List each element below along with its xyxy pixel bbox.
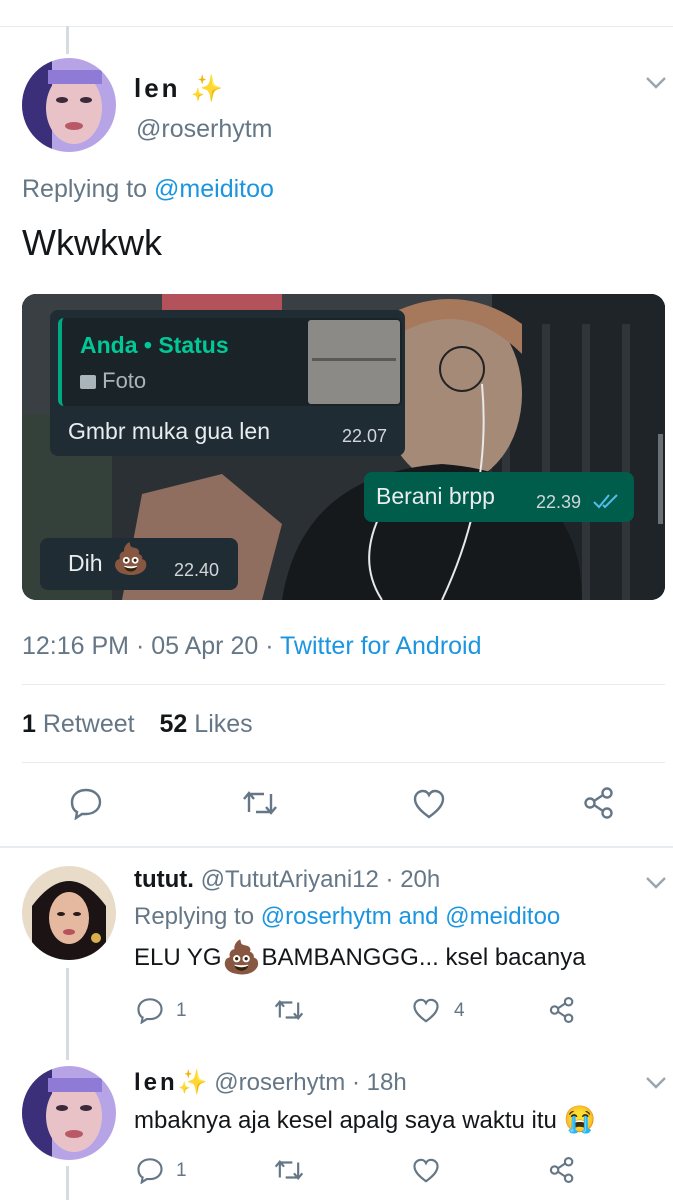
like-icon[interactable] [412,997,440,1024]
like-label: Likes [194,710,253,738]
chevron-down-icon[interactable] [645,1076,667,1090]
poop-emoji: 💩 [112,543,150,576]
quote-media-label: Foto [80,368,146,394]
like-stat[interactable]: 52 Likes [160,710,253,738]
quote-media-text: Foto [102,368,147,393]
avatar-image [22,1066,116,1160]
reply-header: tutut. @TututAriyani12 · 20h [134,866,440,894]
reply-text-part: ELU YG [134,944,222,971]
timestamp: 12:16 PM · 05 Apr 20 · [22,632,281,660]
chat-bubble-outgoing: Berani brpp 22.39 [364,472,634,522]
like-icon[interactable] [412,1157,440,1184]
quoted-status: Anda • Status Foto [58,318,402,406]
avatar-image [22,58,116,152]
sparkles-icon: ✨ [190,73,227,103]
like-count: 4 [454,1000,465,1021]
msg1-text: Gmbr muka gua len [68,418,270,444]
reply-text: ELU YG💩BAMBANGGG... ksel bacanya [134,934,586,981]
retweet-count: 1 [22,710,36,738]
chevron-down-icon[interactable] [645,876,667,890]
meta-divider [22,684,665,685]
quote-title: Anda • Status [80,332,229,358]
reply-time: · 20h [385,866,441,893]
reply-icon[interactable] [69,786,103,820]
msg2-text: Berani brpp [376,483,495,509]
chevron-down-icon[interactable] [645,76,667,90]
thread-line [66,1166,69,1200]
reply-text: mbaknya aja kesel apalg saya waktu itu 😭 [134,1104,596,1135]
like-count: 52 [159,710,188,738]
reply-time: · 18h [351,1069,407,1096]
handle[interactable]: @roserhytm [136,115,273,144]
retweet-icon[interactable] [274,1157,304,1183]
handle[interactable]: @TututAriyani12 [201,866,379,893]
avatar-image [22,866,116,960]
reply-text-part: BAMBANGGG... ksel bacanya [261,944,586,971]
replying-to-link[interactable]: @meiditoo [445,903,560,930]
replying-prefix: Replying to [22,175,148,203]
msg2-time: 22.39 [536,492,582,512]
replying-line: Replying to @roserhytm and @meiditoo [134,903,560,931]
reply-count: 1 [176,1160,187,1181]
msg1-time: 22.07 [342,426,388,446]
retweet-icon[interactable] [242,788,278,818]
avatar[interactable] [22,866,116,960]
tweet-text: Wkwkwk [22,222,162,263]
replying-and: and [398,903,439,930]
retweet-icon[interactable] [274,997,304,1023]
reply-header: len✨ @roserhytm · 18h [134,1068,407,1097]
reply-icon[interactable] [136,996,164,1024]
double-check-icon [593,494,618,509]
share-icon[interactable] [548,1156,576,1184]
avatar[interactable] [22,58,116,152]
reply-count: 1 [176,1000,187,1021]
tweet-meta: 12:16 PM · 05 Apr 20 · Twitter for Andro… [22,632,482,661]
msg3-text: Dih [68,550,103,576]
avatar[interactable] [22,1066,116,1160]
display-name[interactable]: len [134,1069,178,1096]
msg3-time: 22.40 [174,560,220,580]
replying-to-link[interactable]: @meiditoo [154,175,274,203]
display-name[interactable]: tutut. [134,866,194,893]
handle[interactable]: @roserhytm [214,1069,345,1096]
display-name[interactable]: len [134,73,181,103]
replying-line: Replying to @meiditoo [22,175,274,204]
thread-line [66,968,69,1060]
section-divider [0,846,673,848]
thread-line-top [66,26,69,54]
crying-emoji: 😭 [563,1104,596,1134]
quote-thumbnail [308,320,400,404]
retweet-stat[interactable]: 1 Retweet [22,710,135,738]
engagement-stats: 1 Retweet 52 Likes [22,710,253,739]
source-link[interactable]: Twitter for Android [280,632,481,660]
replying-to-link[interactable]: @roserhytm [261,903,392,930]
tweet-media-image[interactable]: Anda • Status Foto Gmbr muka gua len 22.… [22,294,665,600]
share-icon[interactable] [548,996,576,1024]
replying-prefix: Replying to [134,903,255,930]
chat-bubble-incoming: Anda • Status Foto Gmbr muka gua len 22.… [50,310,405,456]
photo-icon [80,375,96,389]
share-icon[interactable] [582,786,616,820]
sparkles-icon: ✨ [177,1069,208,1096]
like-icon[interactable] [412,788,446,820]
chat-bubble-incoming-2: Dih 💩 22.40 [40,538,238,590]
top-divider [0,26,673,27]
poop-emoji: 💩 [221,939,262,975]
retweet-label: Retweet [42,710,135,738]
stats-divider [22,762,665,763]
reply-icon[interactable] [136,1156,164,1184]
reply-text-part: mbaknya aja kesel apalg saya waktu itu [134,1107,557,1134]
